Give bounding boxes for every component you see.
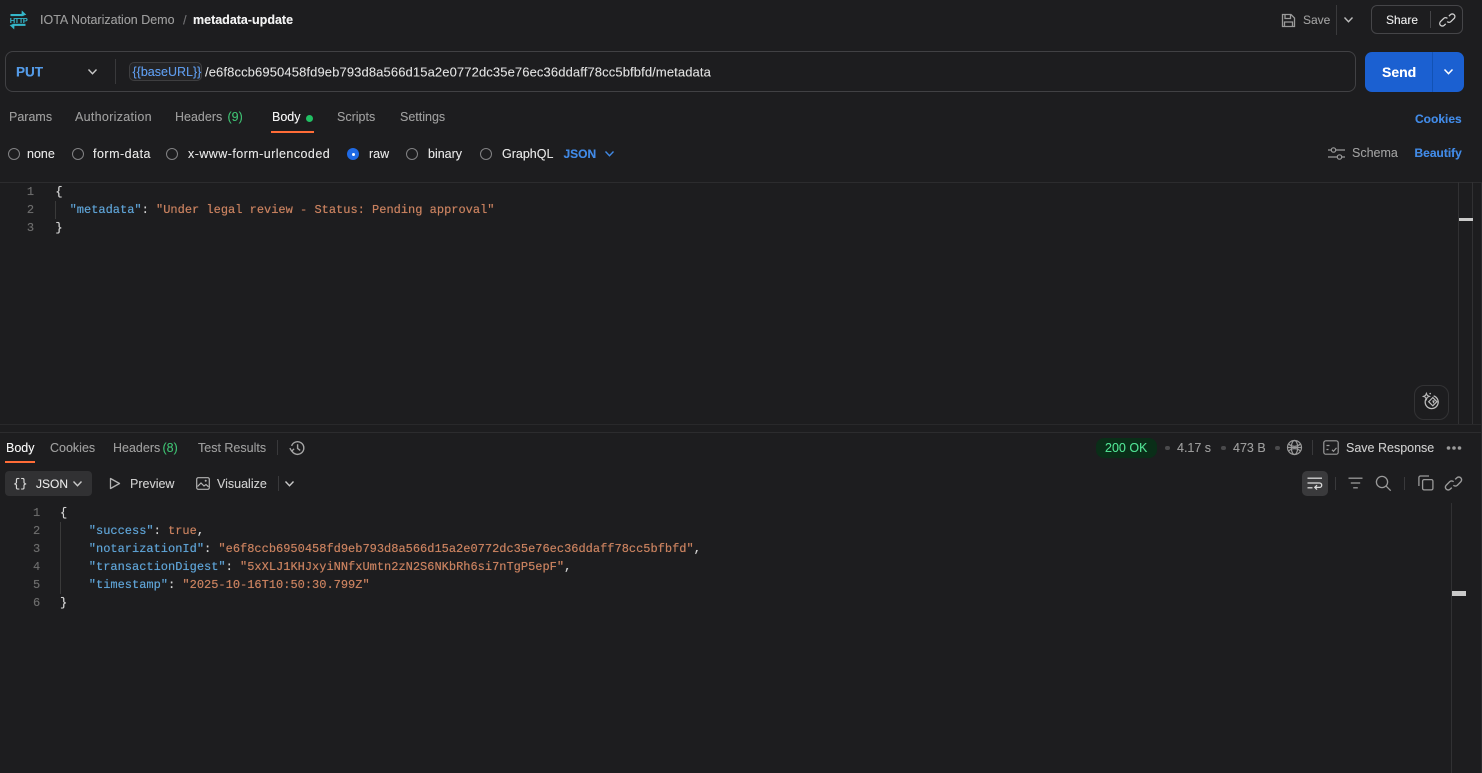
svg-text:HTTP: HTTP xyxy=(10,16,28,25)
